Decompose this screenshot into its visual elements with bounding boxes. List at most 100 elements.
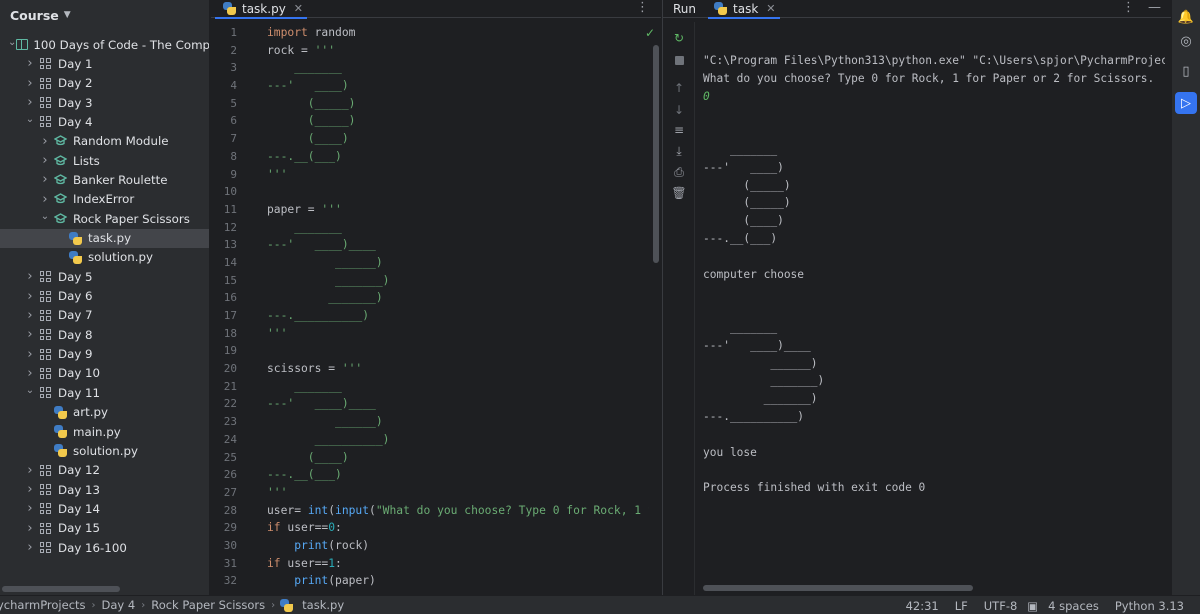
learn-book-icon[interactable]: ▯ (1175, 60, 1197, 82)
tree-item[interactable]: ⌄ 100 Days of Code - The Complete (0, 35, 210, 54)
chevron-right-icon[interactable]: › (23, 56, 37, 71)
tree-item[interactable]: ⌄ Rock Paper Scissors (0, 209, 209, 228)
python-file-icon (67, 230, 83, 246)
chevron-right-icon[interactable]: › (23, 308, 37, 323)
tree-item[interactable]: ⌄ Day 4 (0, 112, 209, 131)
more-options-icon[interactable]: ⋮ (636, 0, 649, 15)
chevron-right-icon[interactable]: › (23, 289, 37, 304)
chevron-right-icon[interactable]: › (23, 521, 37, 536)
editor-tab-task-py[interactable]: task.py ✕ (211, 0, 311, 19)
tree-item[interactable]: task.py (0, 228, 209, 248)
ai-assistant-icon[interactable]: ◎ (1175, 30, 1197, 52)
minimize-icon[interactable]: — (1148, 0, 1161, 15)
tree-item[interactable]: main.py (0, 422, 209, 441)
tree-item-label: Day 10 (58, 366, 101, 381)
tree-item[interactable]: › Day 3 (0, 93, 209, 112)
breadcrumb-item[interactable]: task.py (299, 598, 347, 612)
scroll-to-end-icon[interactable]: ⤓ (671, 143, 687, 159)
run-tab-task[interactable]: task ✕ (706, 0, 781, 19)
tree-item[interactable]: solution.py (0, 441, 209, 460)
chevron-right-icon[interactable]: › (38, 172, 52, 187)
tree-item[interactable]: › Day 12 (0, 461, 209, 480)
chevron-right-icon[interactable]: › (23, 269, 37, 284)
project-panel-header[interactable]: Course ▼ (0, 0, 209, 30)
caret-position[interactable]: 42:31 (898, 599, 947, 613)
chevron-right-icon[interactable]: › (23, 463, 37, 478)
tree-item[interactable]: › Day 10 (0, 364, 209, 383)
console-output[interactable]: "C:\Program Files\Python313\python.exe" … (703, 52, 1165, 497)
chevron-right-icon[interactable]: › (23, 540, 37, 555)
chevron-right-icon[interactable]: › (23, 95, 37, 110)
tree-item[interactable]: › Banker Roulette (0, 170, 209, 189)
tree-item[interactable]: › Day 16-100 (0, 538, 209, 557)
indent-setting[interactable]: 4 spaces (1040, 599, 1107, 613)
chevron-down-icon[interactable]: ⌄ (23, 385, 37, 396)
tree-item[interactable]: › Day 8 (0, 325, 209, 344)
project-horizontal-scrollbar[interactable] (2, 586, 120, 592)
task-icon (52, 211, 68, 227)
tree-item[interactable]: › Day 1 (0, 54, 209, 73)
chevron-right-icon[interactable]: › (23, 366, 37, 381)
code-area[interactable]: import random rock = ''' _______ ---' ____… (267, 24, 649, 590)
tree-item[interactable]: › IndexError (0, 190, 209, 209)
chevron-right-icon[interactable]: › (23, 501, 37, 516)
breadcrumb-item[interactable]: Rock Paper Scissors (148, 598, 268, 612)
tree-item[interactable]: › Day 15 (0, 519, 209, 538)
tree-item[interactable]: › Day 5 (0, 267, 209, 286)
tree-item-label: Day 13 (58, 482, 101, 497)
console-line: (____) (703, 214, 784, 228)
close-icon[interactable]: ✕ (294, 2, 303, 15)
code-token: if (267, 521, 281, 535)
chevron-right-icon[interactable]: › (23, 76, 37, 91)
more-options-icon[interactable]: ⋮ (1122, 0, 1135, 15)
console-horizontal-scrollbar[interactable] (703, 585, 973, 591)
chevron-right-icon[interactable]: › (38, 134, 52, 149)
grid-icon (37, 75, 53, 91)
arrow-up-icon[interactable]: ↑ (671, 80, 687, 96)
tree-item[interactable]: › Day 7 (0, 306, 209, 325)
arrow-down-icon[interactable]: ↓ (671, 102, 687, 118)
breadcrumb-item[interactable]: ycharmProjects (0, 598, 89, 612)
tree-item[interactable]: › Lists (0, 151, 209, 170)
tree-item[interactable]: › Day 6 (0, 287, 209, 306)
chevron-right-icon[interactable]: › (38, 192, 52, 207)
tree-item-label: 100 Days of Code - The Complete (33, 37, 210, 52)
trash-icon[interactable]: 🗑 (671, 185, 687, 201)
code-token: ______) (267, 415, 383, 429)
soft-wrap-icon[interactable]: ≡ (671, 122, 687, 138)
tree-item[interactable]: › Day 9 (0, 345, 209, 364)
stop-icon[interactable] (671, 52, 687, 68)
python-interpreter[interactable]: Python 3.13 (1107, 599, 1192, 613)
print-icon[interactable]: ⎙ (671, 164, 687, 180)
close-icon[interactable]: ✕ (766, 2, 775, 15)
tree-item[interactable]: › Day 2 (0, 74, 209, 93)
tree-item-label: Day 3 (58, 95, 93, 110)
no-problems-check-icon[interactable]: ✓ (645, 26, 655, 40)
file-encoding[interactable]: UTF-8 (976, 599, 1026, 613)
code-token: print (294, 538, 329, 552)
tree-item[interactable]: › Day 14 (0, 499, 209, 518)
tree-item[interactable]: › Day 13 (0, 480, 209, 499)
line-ending[interactable]: LF (947, 599, 976, 613)
chevron-down-icon[interactable]: ▼ (64, 10, 71, 20)
tree-item[interactable]: art.py (0, 403, 209, 422)
chevron-down-icon[interactable]: ⌄ (38, 211, 52, 222)
run-tool-icon[interactable]: ▷ (1175, 92, 1197, 114)
rerun-icon[interactable]: ↻ (671, 30, 687, 46)
editor-vertical-scrollbar[interactable] (653, 45, 659, 263)
chevron-down-icon[interactable]: ⌄ (8, 37, 16, 48)
tree-item[interactable]: › Random Module (0, 132, 209, 151)
tree-item[interactable]: solution.py (0, 248, 209, 267)
readonly-lock-icon[interactable]: ▣ (1025, 599, 1040, 613)
chevron-down-icon[interactable]: ⌄ (23, 114, 37, 125)
tree-item-label: Day 12 (58, 463, 101, 478)
line-number: 22 (223, 397, 237, 411)
chevron-right-icon[interactable]: › (23, 482, 37, 497)
notifications-icon[interactable]: 🔔 (1175, 6, 1197, 28)
chevron-right-icon[interactable]: › (38, 153, 52, 168)
chevron-right-icon[interactable]: › (23, 327, 37, 342)
breadcrumb-item[interactable]: Day 4 (99, 598, 139, 612)
tree-item-label: Day 7 (58, 308, 93, 323)
tree-item[interactable]: ⌄ Day 11 (0, 383, 209, 402)
chevron-right-icon[interactable]: › (23, 347, 37, 362)
